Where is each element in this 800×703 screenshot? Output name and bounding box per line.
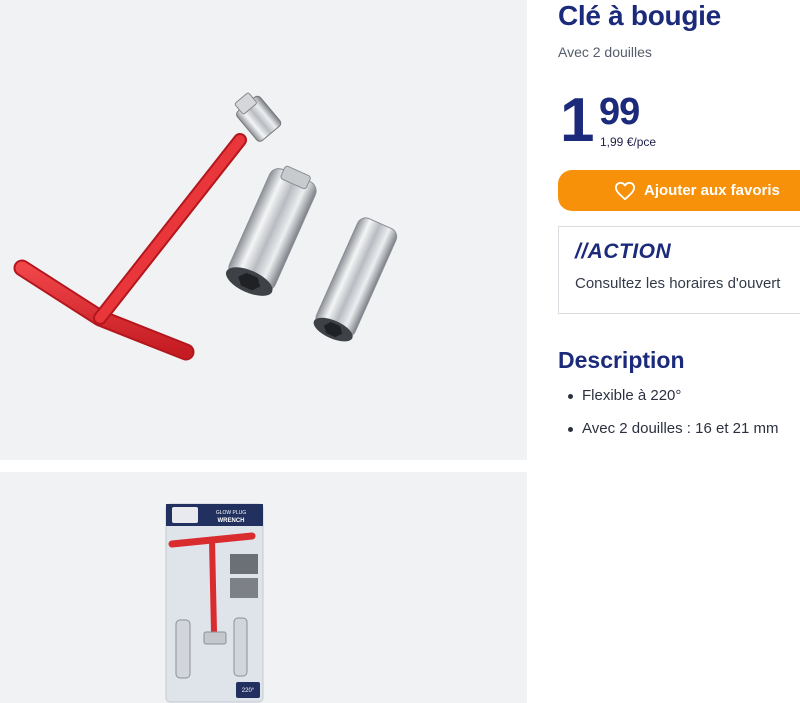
product-thumbnail-image[interactable]: GLOW PLUG WRENCH 220° [0,472,527,703]
add-to-favorites-label: Ajouter aux favoris [644,182,780,199]
svg-text:GLOW PLUG: GLOW PLUG [216,510,246,516]
product-main-image[interactable] [0,0,527,460]
product-subtitle: Avec 2 douilles [558,44,652,60]
description-list: Flexible à 220° Avec 2 douilles : 16 et … [568,386,779,452]
list-item: Avec 2 douilles : 16 et 21 mm [568,419,779,452]
product-info-panel: Clé à bougie Avec 2 douilles 1 99 1,99 €… [558,0,800,703]
product-gallery: GLOW PLUG WRENCH 220° [0,0,527,703]
store-hours-box[interactable]: //ACTION Consultez les horaires d'ouvert [558,226,800,314]
price-decimal: 99 [599,91,640,133]
package-illustration: GLOW PLUG WRENCH 220° [165,503,264,703]
list-item: Flexible à 220° [568,386,779,419]
svg-text:WRENCH: WRENCH [218,518,245,524]
action-logo: //ACTION [575,240,672,263]
product-title: Clé à bougie [558,0,721,31]
svg-text:220°: 220° [242,688,255,694]
heart-icon [614,181,636,201]
add-to-favorites-button[interactable]: Ajouter aux favoris [558,170,800,211]
price-integer: 1 [560,86,595,155]
spark-plug-wrench-illustration [13,92,398,361]
unit-price: 1,99 €/pce [600,135,657,149]
description-heading: Description [558,347,685,373]
store-hours-link[interactable]: Consultez les horaires d'ouvert [575,275,780,292]
